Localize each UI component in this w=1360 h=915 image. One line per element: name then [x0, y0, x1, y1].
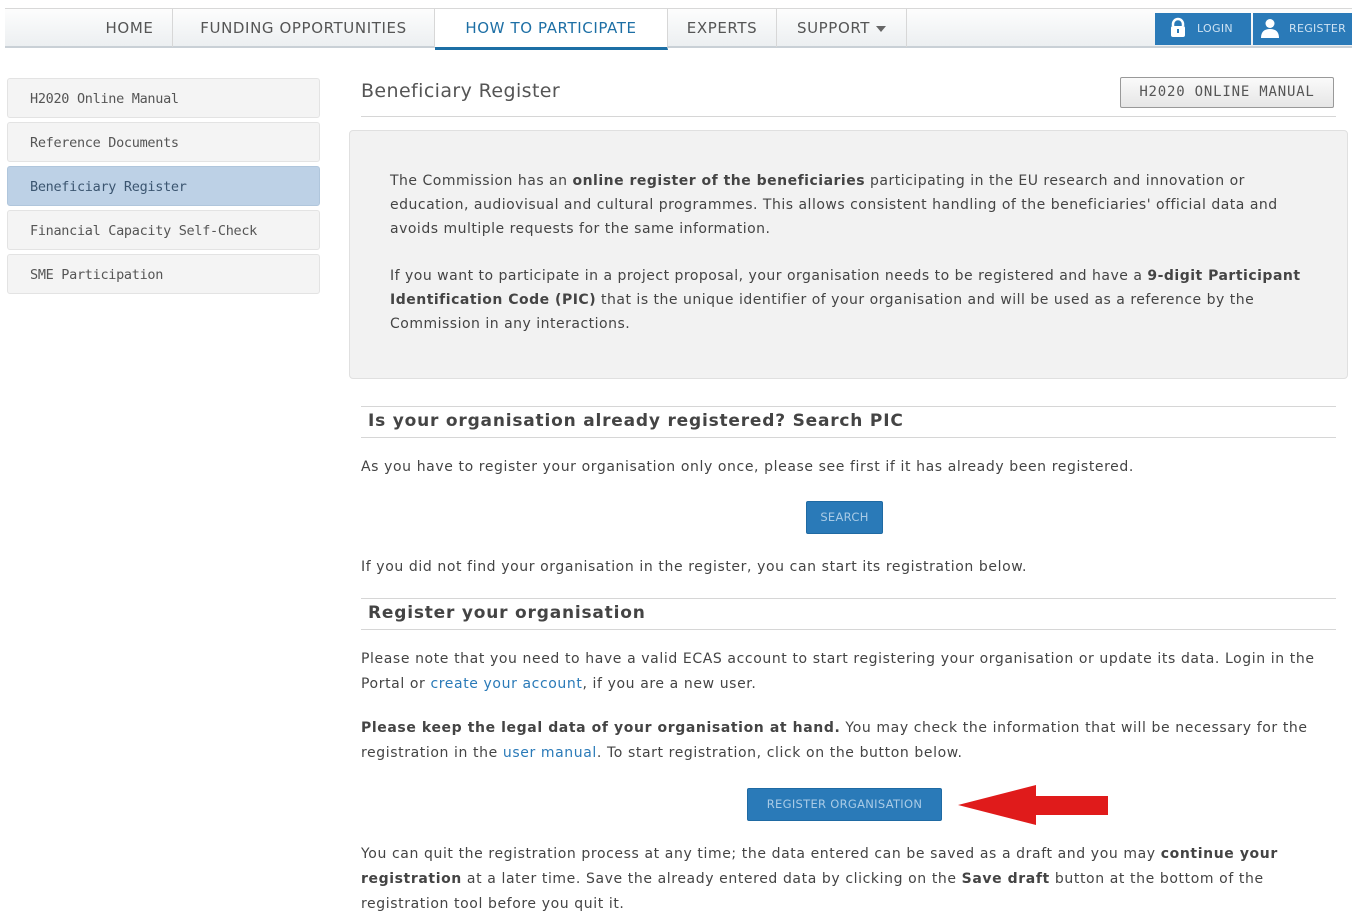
sidebar-item-beneficiary-register[interactable]: Beneficiary Register	[7, 166, 320, 206]
nav-funding-opportunities[interactable]: FUNDING OPPORTUNITIES	[173, 9, 435, 47]
create-account-link[interactable]: create your account	[430, 676, 582, 692]
page-title: Beneficiary Register	[361, 80, 561, 102]
register-organisation-button[interactable]: REGISTER ORGANISATION	[747, 788, 942, 821]
user-icon	[1261, 19, 1279, 38]
lock-icon	[1171, 17, 1185, 37]
nav-home[interactable]: HOME	[87, 9, 173, 47]
register-label: REGISTER	[1289, 22, 1347, 35]
red-arrow-icon	[958, 785, 1108, 825]
intro-paragraph-2: If you want to participate in a project …	[390, 268, 1301, 332]
divider	[361, 116, 1336, 117]
login-button[interactable]: LOGIN	[1155, 13, 1251, 45]
intro-paragraph-1: The Commission has an online register of…	[390, 173, 1278, 237]
sidebar-item-reference-documents[interactable]: Reference Documents	[7, 122, 320, 162]
nav-experts[interactable]: EXPERTS	[668, 9, 777, 47]
sidebar-item-sme-participation[interactable]: SME Participation	[7, 254, 320, 294]
intro-box: The Commission has an online register of…	[349, 130, 1348, 379]
nav-how-to-participate[interactable]: HOW TO PARTICIPATE	[435, 9, 668, 50]
sidebar-item-h2020-online-manual[interactable]: H2020 Online Manual	[7, 78, 320, 118]
ecas-note: Please note that you need to have a vali…	[361, 651, 1315, 692]
nav-support-label: SUPPORT	[796, 19, 871, 37]
chevron-down-icon	[876, 25, 887, 32]
search-pic-heading: Is your organisation already registered?…	[361, 406, 1336, 438]
register-button[interactable]: REGISTER	[1253, 13, 1352, 45]
quit-note: You can quit the registration process at…	[361, 846, 1278, 912]
top-navigation: HOME FUNDING OPPORTUNITIES HOW TO PARTIC…	[5, 8, 1352, 50]
sidebar-item-financial-capacity-self-check[interactable]: Financial Capacity Self-Check	[7, 210, 320, 250]
search-button[interactable]: SEARCH	[806, 501, 883, 534]
search-intro-text: As you have to register your organisatio…	[361, 459, 1134, 475]
h2020-online-manual-button[interactable]: H2020 ONLINE MANUAL	[1120, 77, 1334, 108]
user-manual-link[interactable]: user manual	[503, 745, 597, 761]
nav-support[interactable]: SUPPORT	[777, 9, 907, 47]
login-label: LOGIN	[1197, 22, 1233, 35]
register-organisation-heading: Register your organisation	[361, 598, 1336, 630]
not-found-text: If you did not find your organisation in…	[361, 559, 1028, 575]
legal-data-note: Please keep the legal data of your organ…	[361, 720, 1308, 761]
